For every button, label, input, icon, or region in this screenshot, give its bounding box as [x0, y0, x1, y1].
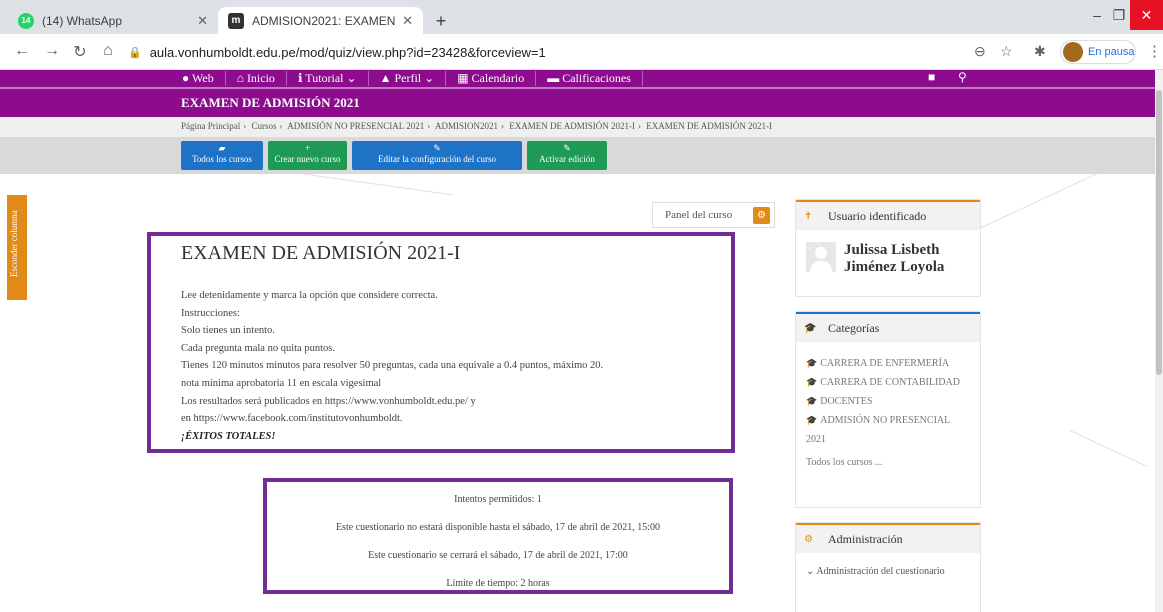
- intro-line: Tienes 120 minutos minutos para resolver…: [181, 360, 604, 372]
- profile-status: En pausa: [1088, 46, 1135, 58]
- user-block: ✝ Usuario identificado Julissa Lisbeth J…: [795, 199, 981, 297]
- zoom-icon[interactable]: ⊖: [974, 43, 986, 60]
- moodle-icon: m: [228, 12, 244, 29]
- book-icon: ▰: [218, 143, 226, 153]
- new-tab-button[interactable]: +: [430, 11, 452, 33]
- browser-menu-icon[interactable]: ⋮: [1147, 42, 1162, 60]
- quiz-title: EXAMEN DE ADMISIÓN 2021-I: [181, 242, 461, 264]
- quiz-intro: EXAMEN DE ADMISIÓN 2021-I Lee detenidame…: [147, 232, 735, 453]
- graduation-cap-icon: 🎓: [806, 396, 818, 406]
- forward-icon[interactable]: →: [42, 42, 62, 60]
- edit-icon: ✎: [563, 143, 571, 153]
- intro-line: Los resultados será publicados en https:…: [181, 395, 476, 407]
- category-link[interactable]: 🎓 CARRERA DE CONTABILIDAD: [806, 373, 970, 392]
- category-link[interactable]: 🎓 ADMISIÓN NO PRESENCIAL 2021: [806, 411, 970, 449]
- avatar: [1063, 42, 1083, 62]
- breadcrumb-item[interactable]: EXAMEN DE ADMISIÓN 2021-I: [646, 121, 772, 131]
- profile-button[interactable]: En pausa: [1060, 40, 1136, 64]
- course-panel-button[interactable]: Panel del curso ⚙: [652, 202, 775, 228]
- block-header: 🎓 Categorías: [796, 312, 980, 342]
- block-header: ✝ Usuario identificado: [796, 200, 980, 230]
- close-tab-icon[interactable]: ✕: [402, 13, 413, 29]
- extensions-icon[interactable]: ✱: [1034, 43, 1046, 60]
- breadcrumb: Página Principal › Cursos › ADMISIÓN NO PR…: [0, 117, 1155, 137]
- graduation-cap-icon: 🎓: [806, 377, 818, 387]
- intro-line: nota mínima aprobatoria 11 en escala vig…: [181, 377, 382, 389]
- tab-whatsapp[interactable]: 14 (14) WhatsApp ✕: [8, 7, 218, 34]
- edit-mode-button[interactable]: ✎ Activar edición: [527, 141, 607, 170]
- bookmark-star-icon[interactable]: ☆: [1000, 43, 1013, 60]
- action-bar: ▰ Todos los cursos + Crear nuevo curso ✎…: [0, 137, 1155, 174]
- whatsapp-icon: 14: [18, 12, 34, 29]
- window-close-button[interactable]: ✕: [1130, 0, 1163, 30]
- search-icon[interactable]: ⚲: [958, 70, 967, 85]
- hide-column-button[interactable]: Esconder columna: [7, 195, 27, 300]
- minimize-button[interactable]: –: [1086, 0, 1108, 30]
- breadcrumb-item[interactable]: EXAMEN DE ADMISIÓN 2021-I: [509, 121, 635, 131]
- lock-icon: 🔒: [128, 46, 142, 59]
- user-name[interactable]: Julissa Lisbeth Jiménez Loyola: [844, 242, 944, 276]
- graduation-cap-icon: 🎓: [806, 358, 818, 368]
- nav-calendario[interactable]: ▦ Calendario: [446, 71, 537, 86]
- admin-tree-item[interactable]: ⌄ Administración del cuestionario: [806, 566, 945, 577]
- admin-block: ⚙ Administración ⌄ Administración del cu…: [795, 522, 981, 612]
- top-navigation: ● Web ⌂ Inicio ℹ Tutorial ⌄ ▲ Perfil ⌄ ▦…: [0, 70, 1155, 87]
- nav-tutorial[interactable]: ℹ Tutorial ⌄: [287, 71, 369, 86]
- browser-tabbar: 14 (14) WhatsApp ✕ m ADMISION2021: EXAME…: [0, 0, 1163, 34]
- edit-icon: ✎: [433, 143, 441, 153]
- address-bar: ← → ↻ ⌂ 🔒 aula.vonhumboldt.edu.pe/mod/qu…: [0, 34, 1163, 70]
- intro-closing: ¡ÉXITOS TOTALES!: [181, 430, 276, 442]
- url-field[interactable]: 🔒 aula.vonhumboldt.edu.pe/mod/quiz/view.…: [128, 39, 1016, 65]
- plus-icon: +: [304, 143, 311, 153]
- bookmark-icon[interactable]: ■: [928, 70, 935, 85]
- all-courses-link[interactable]: Todos los cursos ...: [806, 453, 970, 472]
- block-header: ⚙ Administración: [796, 523, 980, 553]
- reload-icon[interactable]: ↻: [70, 42, 90, 62]
- intro-line: Lee detenidamente y marca la opción que …: [181, 290, 438, 301]
- time-limit: Límite de tiempo: 2 horas: [446, 578, 550, 589]
- breadcrumb-item[interactable]: Cursos: [252, 121, 277, 131]
- cogs-icon: ⚙: [804, 533, 813, 545]
- nav-inicio[interactable]: ⌂ Inicio: [226, 71, 287, 86]
- page-content: ● Web ⌂ Inicio ℹ Tutorial ⌄ ▲ Perfil ⌄ ▦…: [0, 70, 1163, 612]
- graduation-cap-icon: 🎓: [804, 322, 817, 334]
- gear-icon[interactable]: ⚙: [753, 207, 770, 224]
- nav-calificaciones[interactable]: ▬ Calificaciones: [536, 71, 643, 86]
- category-link[interactable]: 🎓 CARRERA DE ENFERMERÍA: [806, 354, 970, 373]
- category-link[interactable]: 🎓 DOCENTES: [806, 392, 970, 411]
- pin-icon: ✝: [804, 210, 813, 222]
- all-courses-button[interactable]: ▰ Todos los cursos: [181, 141, 263, 170]
- home-icon[interactable]: ⌂: [98, 42, 118, 60]
- categories-block: 🎓 Categorías 🎓 CARRERA DE ENFERMERÍA 🎓 CAR…: [795, 311, 981, 508]
- maximize-button[interactable]: ❐: [1108, 0, 1130, 30]
- url-text: aula.vonhumboldt.edu.pe/mod/quiz/view.ph…: [149, 44, 546, 60]
- edit-config-button[interactable]: ✎ Editar la configuración del curso: [352, 141, 522, 170]
- nav-perfil[interactable]: ▲ Perfil ⌄: [369, 71, 447, 86]
- intro-line: en https://www.facebook.com/institutovon…: [181, 413, 403, 425]
- open-date: Este cuestionario no estará disponible h…: [335, 522, 661, 533]
- page-scrollbar[interactable]: [1155, 70, 1163, 612]
- tab-quiz[interactable]: m ADMISION2021: EXAMEN DE AD ✕: [218, 7, 423, 34]
- tab-title: ADMISION2021: EXAMEN DE AD: [252, 13, 396, 28]
- tab-title: (14) WhatsApp: [42, 13, 123, 28]
- breadcrumb-item[interactable]: ADMISION2021: [435, 121, 498, 131]
- quiz-info: Intentos permitidos: 1 Este cuestionario…: [263, 478, 733, 594]
- scrollbar-thumb[interactable]: [1156, 90, 1162, 375]
- attempts-allowed: Intentos permitidos: 1: [454, 494, 542, 505]
- intro-line: Solo tienes un intento.: [181, 325, 275, 337]
- nav-web[interactable]: ● Web: [182, 71, 226, 86]
- intro-line: Instrucciones:: [181, 307, 240, 319]
- new-course-button[interactable]: + Crear nuevo curso: [268, 141, 347, 170]
- intro-line: Cada pregunta mala no quita puntos.: [181, 342, 335, 354]
- close-tab-icon[interactable]: ✕: [197, 13, 208, 29]
- breadcrumb-item[interactable]: ADMISIÓN NO PRESENCIAL 2021: [287, 121, 424, 131]
- graduation-cap-icon: 🎓: [806, 415, 818, 425]
- close-date: Este cuestionario se cerrará el sábado, …: [368, 550, 628, 561]
- course-header: EXAMEN DE ADMISIÓN 2021: [0, 87, 1155, 117]
- course-title: EXAMEN DE ADMISIÓN 2021: [181, 95, 360, 110]
- avatar[interactable]: [806, 242, 836, 272]
- breadcrumb-item[interactable]: Página Principal: [181, 121, 240, 131]
- back-icon[interactable]: ←: [12, 42, 32, 60]
